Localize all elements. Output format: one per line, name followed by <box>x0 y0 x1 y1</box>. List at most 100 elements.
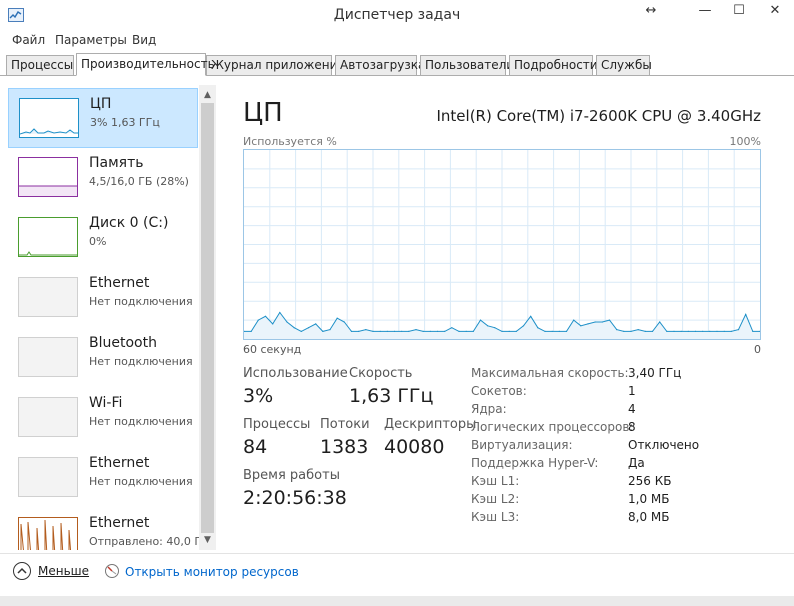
sidebar-item-sub: Нет подключения <box>89 475 193 488</box>
cpu-usage-point <box>580 325 582 327</box>
menu-view[interactable]: Вид <box>132 33 156 47</box>
cpu-usage-point <box>408 330 410 332</box>
sidebar-item-label: Bluetooth <box>89 335 157 351</box>
page-title: ЦП <box>243 98 283 128</box>
cpu-usage-point <box>393 330 396 332</box>
spec-label: Сокетов: <box>471 384 527 398</box>
sidebar-item-ethernet-2[interactable]: Ethernet Нет подключения <box>8 448 198 508</box>
cpu-thumbnail <box>19 98 79 138</box>
threads-label: Потоки <box>320 417 370 432</box>
disk-thumbnail <box>18 217 78 257</box>
maximize-button[interactable]: ☐ <box>722 0 756 22</box>
cpu-usage-point <box>250 330 252 332</box>
cpu-usage-point <box>487 325 489 327</box>
cpu-usage-point <box>673 330 675 332</box>
cpu-usage-point <box>666 330 668 332</box>
cpu-usage-point <box>709 330 711 332</box>
ethernet-active-thumbnail <box>18 517 78 550</box>
spec-value: Отключено <box>628 438 700 452</box>
cpu-usage-point <box>630 330 632 332</box>
tab-processes[interactable]: Процессы <box>6 55 74 76</box>
usage-label: Использование <box>243 366 348 381</box>
cpu-usage-point <box>508 330 510 332</box>
sidebar-item-bluetooth[interactable]: Bluetooth Нет подключения <box>8 328 198 388</box>
scroll-thumb[interactable] <box>201 103 214 533</box>
cpu-usage-point <box>300 330 302 332</box>
cpu-usage-point <box>272 323 274 325</box>
sidebar-item-label: Диск 0 (C:) <box>89 215 169 231</box>
cpu-usage-point <box>544 330 546 332</box>
cpu-usage-point <box>616 329 618 331</box>
spec-value: 256 КБ <box>628 474 672 488</box>
menu-file[interactable]: Файл <box>12 33 45 47</box>
tab-details[interactable]: Подробности <box>509 55 598 76</box>
cpu-usage-point <box>358 330 360 332</box>
spec-value: 1 <box>628 384 636 398</box>
processes-value: 84 <box>243 436 268 458</box>
spec-label: Логических процессоров: <box>471 420 634 434</box>
sidebar-item-wifi[interactable]: Wi-Fi Нет подключения <box>8 388 198 448</box>
memory-thumbnail <box>18 157 78 197</box>
sidebar-item-label: Ethernet <box>89 515 150 531</box>
cpu-usage-point <box>472 330 474 332</box>
sidebar-item-sub: 4,5/16,0 ГБ (28%) <box>89 175 189 188</box>
cpu-usage-point <box>458 330 460 332</box>
sidebar-item-memory[interactable]: Память 4,5/16,0 ГБ (28%) <box>8 148 198 208</box>
sidebar-item-cpu[interactable]: ЦП 3% 1,63 ГГц <box>8 88 198 148</box>
spec-value: 3,40 ГГц <box>628 366 682 380</box>
sidebar-item-sub: 3% 1,63 ГГц <box>90 116 160 129</box>
tab-app-history[interactable]: Журнал приложений <box>206 55 345 76</box>
resize-icon[interactable]: ↔ <box>634 0 668 22</box>
cpu-usage-point <box>659 321 661 323</box>
minimize-button[interactable]: — <box>688 0 722 22</box>
uptime-label: Время работы <box>243 468 340 483</box>
handles-value: 40080 <box>384 436 445 458</box>
sidebar-item-label: ЦП <box>90 96 112 112</box>
tab-users[interactable]: Пользователи <box>420 55 514 76</box>
spec-value: 1,0 МБ <box>628 492 670 506</box>
tab-services[interactable]: Службы <box>596 55 652 76</box>
cpu-usage-point <box>329 329 331 331</box>
cpu-usage-point <box>429 330 431 332</box>
sidebar-item-label: Wi-Fi <box>89 395 123 411</box>
menu-options[interactable]: Параметры <box>55 33 127 47</box>
cpu-usage-point <box>401 330 403 332</box>
cpu-usage-chart <box>243 150 761 339</box>
cpu-usage-point <box>687 330 689 332</box>
sidebar-item-label: Ethernet <box>89 455 150 471</box>
cpu-usage-point <box>573 319 575 321</box>
spec-value: 4 <box>628 402 636 416</box>
cpu-usage-point <box>501 330 503 332</box>
performance-sidebar: ЦП 3% 1,63 ГГц Память 4,5/16,0 ГБ (28%) … <box>8 85 216 550</box>
scroll-down-icon[interactable]: ▼ <box>199 532 216 548</box>
cpu-usage-point <box>694 330 697 332</box>
sidebar-item-disk[interactable]: Диск 0 (C:) 0% <box>8 208 198 268</box>
sidebar-item-ethernet-1[interactable]: Ethernet Нет подключения <box>8 268 198 328</box>
wifi-thumbnail <box>18 397 78 437</box>
cpu-usage-point <box>350 330 353 332</box>
open-resource-monitor-link[interactable]: Открыть монитор ресурсов <box>125 565 299 579</box>
cpu-usage-point <box>530 315 532 317</box>
close-button[interactable]: ✕ <box>758 0 792 22</box>
processes-label: Процессы <box>243 417 311 432</box>
cpu-usage-point <box>307 327 310 329</box>
chart-grid <box>244 150 760 339</box>
cpu-usage-point <box>522 325 525 327</box>
spec-value: 8 <box>628 420 636 434</box>
cpu-model: Intel(R) Core(TM) i7-2600K CPU @ 3.40GHz <box>436 107 761 125</box>
cpu-usage-point <box>651 330 654 332</box>
sidebar-item-sub: 0% <box>89 235 107 248</box>
spec-label: Поддержка Hyper-V: <box>471 456 599 470</box>
cpu-usage-point <box>515 330 517 332</box>
scroll-up-icon[interactable]: ▲ <box>199 87 216 103</box>
menu-bar: Файл Параметры Вид <box>0 31 794 51</box>
chevron-up-icon <box>13 562 31 580</box>
sidebar-item-sub: Нет подключения <box>89 415 193 428</box>
tab-startup[interactable]: Автозагрузка <box>335 55 425 76</box>
sidebar-scrollbar[interactable]: ▲ ▼ <box>199 85 216 550</box>
tab-performance[interactable]: Производительность <box>76 53 215 76</box>
spec-value: 8,0 МБ <box>628 510 670 524</box>
sidebar-item-ethernet-3[interactable]: Ethernet Отправлено: 40,0 Г <box>8 508 201 550</box>
x-axis-start-label: 60 секунд <box>243 343 302 356</box>
spec-label: Виртуализация: <box>471 438 573 452</box>
